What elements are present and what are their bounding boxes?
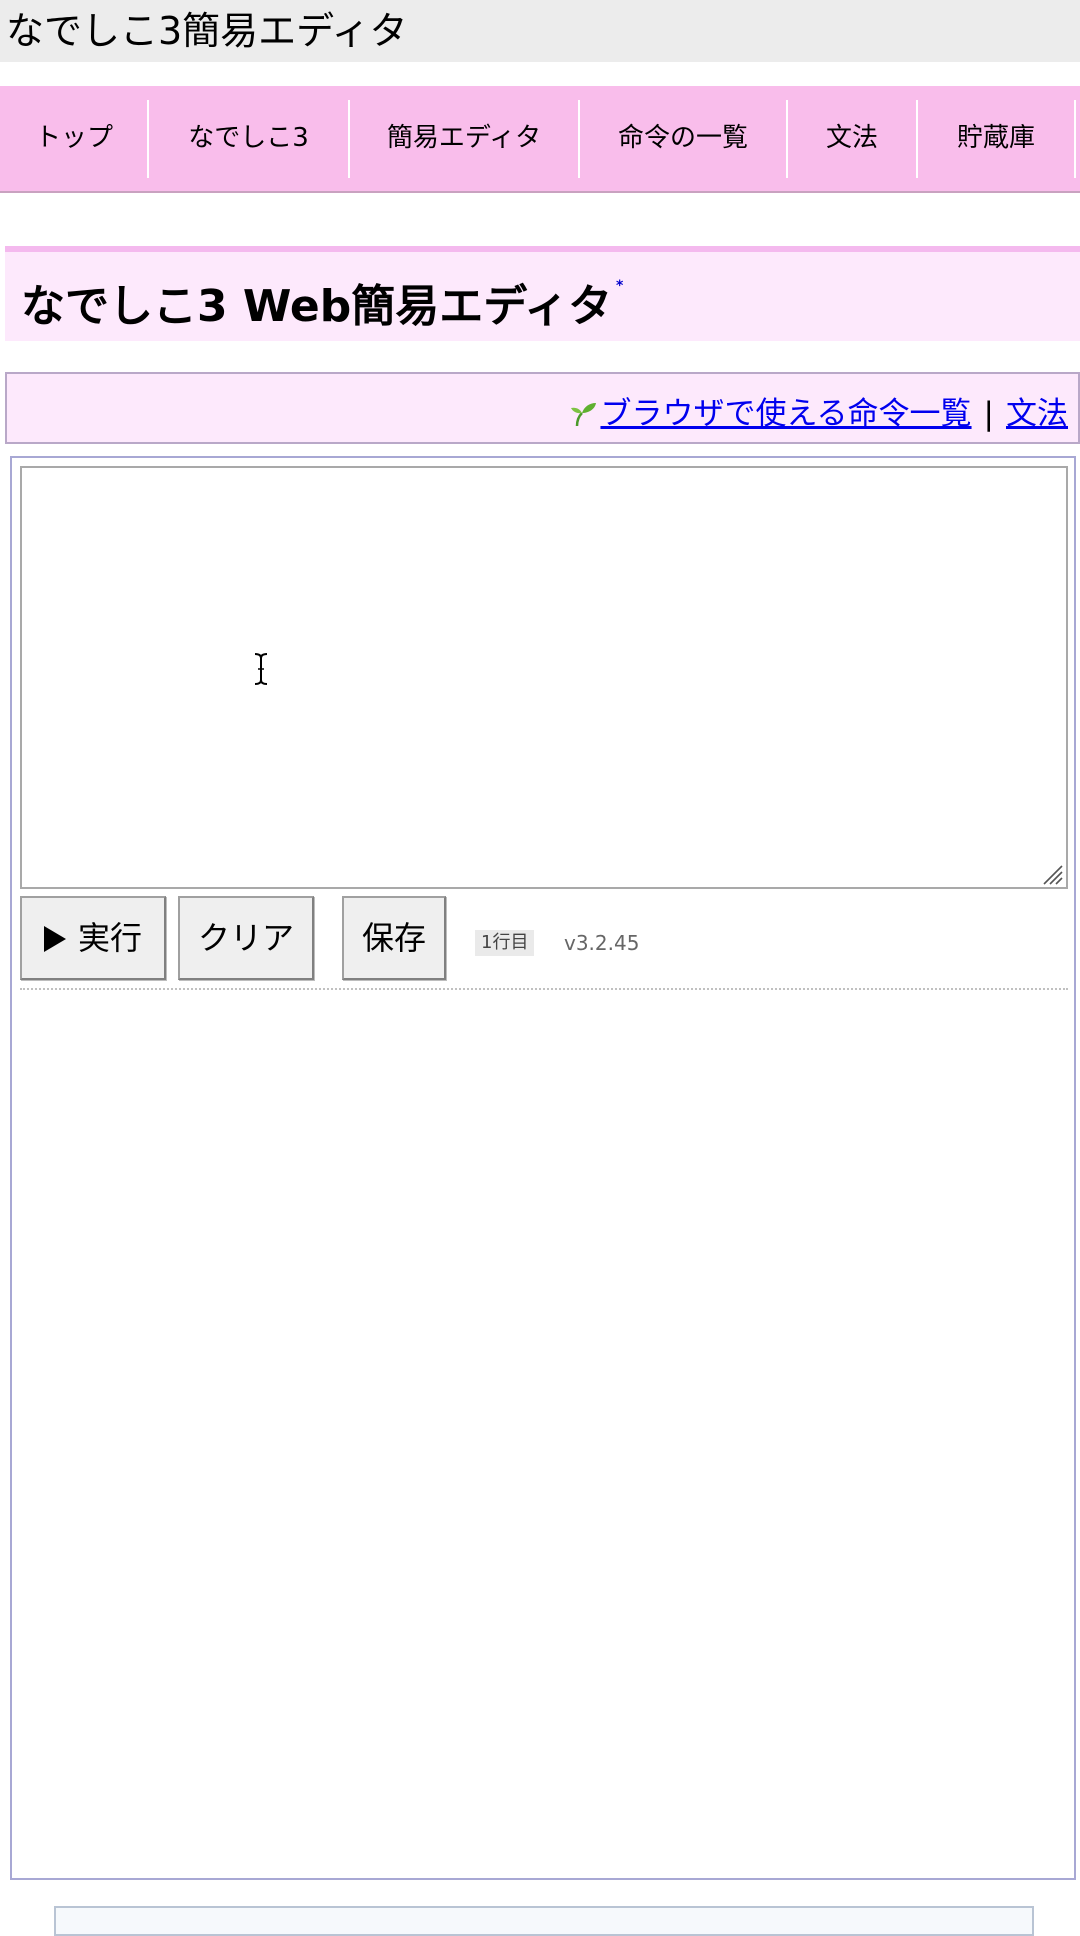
links-bar: ブラウザで使える命令一覧 | 文法 — [5, 372, 1080, 444]
sprout-icon — [571, 403, 597, 427]
code-editor-textarea[interactable] — [20, 466, 1068, 889]
bottom-info-box — [54, 1906, 1034, 1936]
nav-item-nadesiko3[interactable]: なでしこ3 — [149, 86, 348, 191]
resize-grip-icon[interactable] — [1042, 864, 1064, 886]
grammar-link[interactable]: 文法 — [1006, 396, 1068, 432]
nav-item-command-list[interactable]: 命令の一覧 — [580, 86, 786, 191]
output-area — [20, 994, 1068, 1870]
clear-button[interactable]: クリア — [178, 896, 314, 980]
window-title: なでしこ3簡易エディタ — [0, 0, 1080, 62]
command-list-link[interactable]: ブラウザで使える命令一覧 — [600, 396, 971, 432]
links-row: ブラウザで使える命令一覧 | 文法 — [568, 388, 1068, 433]
page-title-mark: * — [616, 278, 624, 294]
save-button[interactable]: 保存 — [342, 896, 446, 980]
nav-separator — [1074, 100, 1076, 178]
nav-item-grammar[interactable]: 文法 — [788, 86, 916, 191]
page-title: なでしこ3 Web簡易エディタ — [21, 281, 613, 332]
editor-frame: 実行 クリア 保存 1行目 v3.2.45 — [10, 456, 1076, 1880]
main-nav: トップ なでしこ3 簡易エディタ 命令の一覧 文法 貯蔵庫 — [0, 86, 1080, 193]
run-button[interactable]: 実行 — [20, 896, 166, 980]
link-separator: | — [983, 396, 994, 432]
version-label: v3.2.45 — [564, 931, 640, 955]
output-divider — [20, 988, 1068, 990]
nav-item-simple-editor[interactable]: 簡易エディタ — [350, 86, 578, 191]
line-indicator-badge: 1行目 — [475, 930, 535, 956]
play-icon — [43, 926, 66, 952]
nav-item-top[interactable]: トップ — [0, 86, 148, 191]
nav-item-storage[interactable]: 貯蔵庫 — [918, 86, 1074, 191]
page-title-box: なでしこ3 Web簡易エディタ * — [5, 246, 1080, 341]
run-button-label: 実行 — [77, 919, 142, 957]
